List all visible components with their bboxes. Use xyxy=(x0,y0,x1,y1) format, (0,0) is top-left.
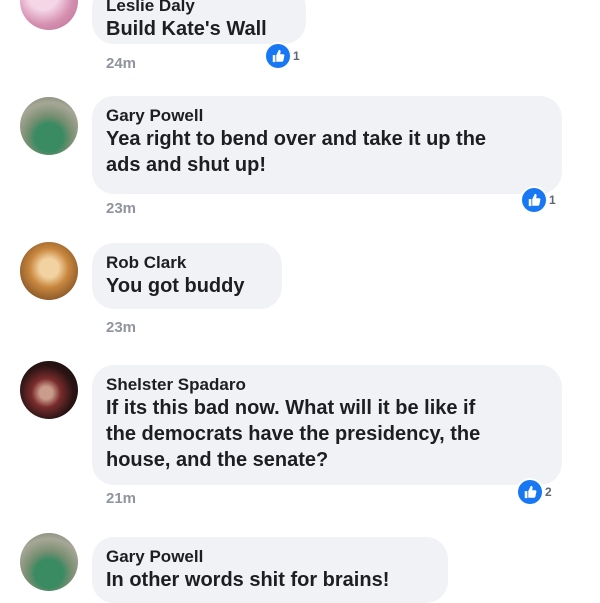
author-name[interactable]: Gary Powell xyxy=(106,106,546,126)
timestamp[interactable]: 21m xyxy=(106,490,136,507)
timestamp[interactable]: 23m xyxy=(106,319,136,336)
comment-bubble: Shelster Spadaro If its this bad now. Wh… xyxy=(92,365,562,485)
reaction-number: 2 xyxy=(545,485,552,499)
comment-bubble: Gary Powell Yea right to bend over and t… xyxy=(92,96,562,194)
reaction-count[interactable]: 2 xyxy=(518,480,552,504)
comment-text-line: If its this bad now. What will it be lik… xyxy=(106,397,476,419)
reaction-count[interactable]: 1 xyxy=(522,188,556,212)
reaction-number: 1 xyxy=(549,193,556,207)
avatar[interactable] xyxy=(20,97,78,155)
comment-bubble: Leslie Daly Build Kate's Wall xyxy=(92,0,306,44)
timestamp[interactable]: 24m xyxy=(106,55,136,72)
comment-bubble: Gary Powell In other words shit for brai… xyxy=(92,537,448,603)
timestamp[interactable]: 23m xyxy=(106,200,136,217)
thumbs-up-icon xyxy=(522,188,546,212)
comment-text: In other words shit for brains! xyxy=(106,569,390,591)
thumbs-up-icon xyxy=(518,480,542,504)
author-name[interactable]: Shelster Spadaro xyxy=(106,375,546,395)
avatar[interactable] xyxy=(20,0,78,30)
reaction-count[interactable]: 1 xyxy=(266,44,300,68)
comment-text-line: house, and the senate? xyxy=(106,449,329,471)
comment-text-line: the democrats have the presidency, the xyxy=(106,423,481,445)
comment-text: Build Kate's Wall xyxy=(106,18,267,40)
author-name[interactable]: Leslie Daly xyxy=(106,0,290,16)
author-name[interactable]: Gary Powell xyxy=(106,547,432,567)
comment-text-line: ads and shut up! xyxy=(106,154,266,176)
comment-bubble: Rob Clark You got buddy xyxy=(92,243,282,309)
avatar[interactable] xyxy=(20,242,78,300)
comment-text-line: Yea right to bend over and take it up th… xyxy=(106,128,487,150)
thumbs-up-icon xyxy=(266,44,290,68)
reaction-number: 1 xyxy=(293,49,300,63)
author-name[interactable]: Rob Clark xyxy=(106,253,266,273)
comment-text: You got buddy xyxy=(106,275,245,297)
avatar[interactable] xyxy=(20,533,78,591)
avatar[interactable] xyxy=(20,361,78,419)
